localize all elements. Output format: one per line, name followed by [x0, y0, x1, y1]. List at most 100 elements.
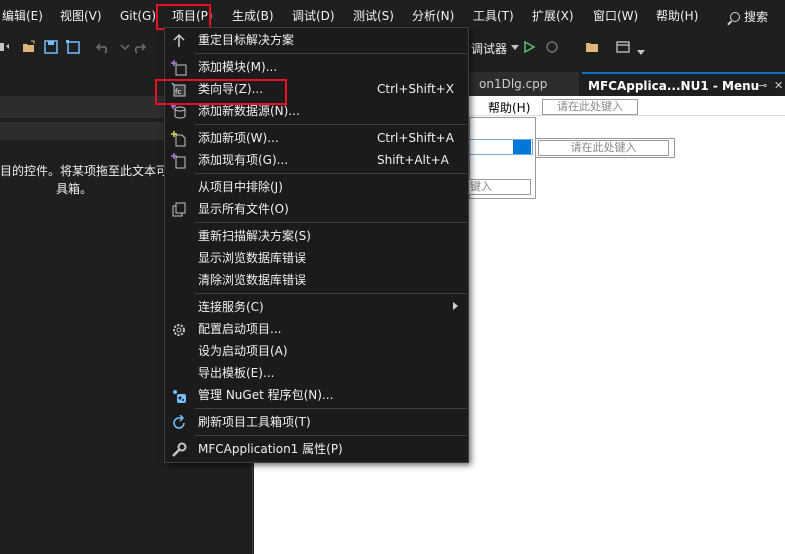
folder-icon[interactable]: [585, 40, 599, 54]
add-data-source-icon: [171, 104, 186, 119]
gear-icon: [173, 324, 185, 336]
menu-item-label: 配置启动项目...: [198, 322, 282, 336]
type-here-menubar[interactable]: 请在此处键入: [542, 99, 638, 115]
tab-dlg-cpp-label: on1Dlg.cpp: [479, 77, 548, 91]
menu-debug[interactable]: 调试(D): [292, 8, 335, 24]
menu-item-retarget-solution[interactable]: 重定目标解决方案: [165, 29, 468, 51]
menu-item-label: 添加现有项(G)...: [198, 153, 289, 167]
chevron-down-icon[interactable]: [118, 40, 132, 54]
tab-menu-resource[interactable]: MFCApplica...NU1 - Menu ⊸ ✕: [582, 72, 785, 96]
overflow-icon[interactable]: [634, 45, 648, 59]
menu-item-refresh-toolbox[interactable]: 刷新项目工具箱项(T): [165, 411, 468, 433]
menu-item-label: 从项目中排除(J): [198, 180, 283, 194]
menu-project[interactable]: 项目(P): [172, 8, 213, 24]
layout-icon[interactable]: [616, 40, 630, 54]
project-menu-dropdown: 重定目标解决方案 添加模块(M)... fc 类向导(Z)... Ctrl+Sh…: [164, 27, 469, 463]
menu-item-label: 管理 NuGet 程序包(N)...: [198, 388, 334, 402]
menu-item-label: 设为启动项目(A): [198, 344, 288, 358]
menu-item-label: 显示浏览数据库错误: [198, 251, 307, 265]
menu-item-add-data-source[interactable]: 添加新数据源(N)...: [165, 100, 468, 122]
menu-item-exclude-from-project[interactable]: 从项目中排除(J): [165, 176, 468, 198]
undo-icon[interactable]: [96, 40, 110, 54]
menu-separator: [195, 435, 467, 436]
new-project-icon[interactable]: [0, 40, 14, 54]
type-here-submenu[interactable]: 请在此处键入: [538, 140, 669, 156]
menu-separator: [195, 53, 467, 54]
menu-item-label: 类向导(Z)...: [198, 82, 264, 96]
class-wizard-icon: fc: [171, 82, 186, 97]
pin-icon[interactable]: ⊸: [758, 74, 767, 98]
tab-dlg-cpp[interactable]: on1Dlg.cpp: [469, 72, 579, 96]
menu-help[interactable]: 帮助(H): [656, 8, 698, 24]
search-icon: [730, 12, 740, 22]
search-box[interactable]: 搜索: [730, 8, 768, 25]
menu-item-label: 添加新项(W)...: [198, 131, 279, 145]
menu-window[interactable]: 窗口(W): [593, 8, 638, 24]
menu-item-add-new-item[interactable]: 添加新项(W)... Ctrl+Shift+A: [165, 127, 468, 149]
debugger-label[interactable]: 调试器: [471, 40, 507, 57]
refresh-icon: [173, 415, 185, 429]
close-icon[interactable]: ✕: [774, 74, 783, 98]
menu-item-label: MFCApplication1 属性(P): [198, 442, 343, 456]
menu-item-connected-services[interactable]: 连接服务(C): [165, 296, 468, 318]
redo-icon[interactable]: [132, 40, 146, 54]
menu-edit[interactable]: 编辑(E): [2, 8, 43, 24]
wrench-icon: [172, 442, 187, 457]
menu-item-shortcut: Ctrl+Shift+X: [377, 82, 454, 96]
save-all-icon[interactable]: [66, 40, 80, 54]
menu-item-label: 添加模块(M)...: [198, 60, 278, 74]
menu-item-label: 重定目标解决方案: [198, 33, 295, 47]
menu-git[interactable]: Git(G): [120, 8, 156, 24]
menu-analyze[interactable]: 分析(N): [412, 8, 454, 24]
designer-submenu-marker: [513, 140, 531, 154]
menu-item-class-wizard[interactable]: fc 类向导(Z)... Ctrl+Shift+X: [165, 78, 468, 100]
show-all-files-icon: [172, 202, 186, 217]
menu-item-clear-browse-db-errors[interactable]: 清除浏览数据库错误: [165, 269, 468, 291]
nuget-icon: [173, 390, 186, 403]
menu-item-rescan-solution[interactable]: 重新扫描解决方案(S): [165, 225, 468, 247]
menu-item-set-as-startup[interactable]: 设为启动项目(A): [165, 340, 468, 362]
menu-tools[interactable]: 工具(T): [473, 8, 514, 24]
toolbox-message-line1: 目的控件。将某项拖至此文本可在: [0, 164, 181, 178]
menu-item-shortcut: Ctrl+Shift+A: [377, 131, 454, 145]
menu-build[interactable]: 生成(B): [232, 8, 274, 24]
menu-item-manage-nuget[interactable]: 管理 NuGet 程序包(N)...: [165, 384, 468, 406]
menu-item-shortcut: Shift+Alt+A: [377, 153, 449, 167]
menu-separator: [195, 408, 467, 409]
menu-item-add-module[interactable]: 添加模块(M)...: [165, 56, 468, 78]
search-label: 搜索: [744, 10, 769, 24]
start-debug-icon[interactable]: [522, 40, 536, 54]
menu-separator: [195, 222, 467, 223]
menu-extensions[interactable]: 扩展(X): [532, 8, 574, 24]
submenu-arrow-icon: [453, 302, 458, 310]
arrow-up-icon: [173, 33, 185, 47]
menu-item-configure-startup[interactable]: 配置启动项目...: [165, 318, 468, 340]
menu-item-export-template[interactable]: 导出模板(E)...: [165, 362, 468, 384]
add-existing-item-icon: [171, 153, 186, 169]
menu-item-properties[interactable]: MFCApplication1 属性(P): [165, 438, 468, 460]
menu-item-show-browse-db-errors[interactable]: 显示浏览数据库错误: [165, 247, 468, 269]
menu-separator: [195, 124, 467, 125]
menu-item-show-all-files[interactable]: 显示所有文件(O): [165, 198, 468, 220]
svg-text:fc: fc: [175, 88, 181, 96]
menu-item-label: 显示所有文件(O): [198, 202, 289, 216]
menu-separator: [195, 173, 467, 174]
menu-item-label: 导出模板(E)...: [198, 366, 275, 380]
save-icon[interactable]: [44, 40, 58, 54]
menu-view[interactable]: 视图(V): [60, 8, 102, 24]
hot-reload-icon[interactable]: [545, 40, 559, 54]
add-module-icon: [171, 60, 187, 76]
menu-item-label: 刷新项目工具箱项(T): [198, 415, 311, 429]
menu-separator: [195, 293, 467, 294]
menu-item-label: 添加新数据源(N)...: [198, 104, 300, 118]
add-new-item-icon: [171, 131, 186, 147]
menu-item-label: 重新扫描解决方案(S): [198, 229, 311, 243]
menu-test[interactable]: 测试(S): [353, 8, 394, 24]
designer-help-menu[interactable]: 帮助(H): [488, 99, 530, 116]
menu-item-label: 连接服务(C): [198, 300, 264, 314]
tab-menu-resource-label: MFCApplica...NU1 - Menu: [588, 79, 760, 93]
dropdown-arrow-icon[interactable]: [508, 40, 522, 54]
open-folder-icon[interactable]: [22, 40, 36, 54]
menu-item-label: 清除浏览数据库错误: [198, 273, 307, 287]
menu-item-add-existing-item[interactable]: 添加现有项(G)... Shift+Alt+A: [165, 149, 468, 171]
